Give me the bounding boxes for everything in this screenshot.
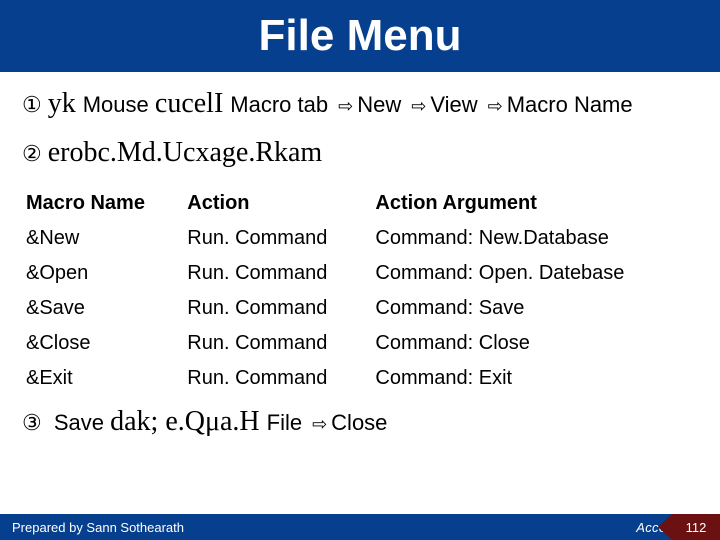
col-action-argument: Action Argument: [371, 186, 698, 221]
step3-save: Save: [48, 410, 110, 435]
step2-text: erobc.Md.Ucxage.Rkam: [48, 137, 322, 168]
footer-author: Prepared by Sann Sothearath: [0, 520, 636, 535]
arrow-icon: ⇨: [312, 414, 327, 434]
bullet-2: ②: [22, 141, 42, 166]
macro-table: Macro Name Action Action Argument &NewRu…: [22, 186, 698, 396]
page-number-text: 112: [686, 520, 707, 535]
table-header: Macro Name Action Action Argument: [22, 186, 698, 221]
arrow-icon: ⇨: [338, 96, 353, 116]
slide: File Menu ①yk Mouse cucelI Macro tab ⇨Ne…: [0, 0, 720, 540]
step-2: ②erobc.Md.Ucxage.Rkam: [22, 131, 698, 176]
bullet-3: ③: [22, 410, 42, 435]
cell: &Save: [22, 291, 183, 326]
arrow-icon: ⇨: [488, 96, 503, 116]
step3-text: dak; e.Qμa.H: [110, 406, 267, 437]
step1-seq0: New: [357, 92, 401, 117]
table-row: &SaveRun. CommandCommand: Save: [22, 291, 698, 326]
step3-close: Close: [331, 410, 387, 435]
cell: Run. Command: [183, 361, 371, 396]
cell: Command: Close: [371, 326, 698, 361]
cell: Run. Command: [183, 326, 371, 361]
arrow-icon: ⇨: [411, 96, 426, 116]
page-number: 112: [672, 514, 720, 540]
page-title: File Menu: [259, 11, 462, 61]
cell: &New: [22, 221, 183, 256]
cell: &Open: [22, 256, 183, 291]
cell: Run. Command: [183, 256, 371, 291]
table-row: &ExitRun. CommandCommand: Exit: [22, 361, 698, 396]
content: ①yk Mouse cucelI Macro tab ⇨New ⇨View ⇨M…: [0, 72, 720, 444]
step1-mouse: Mouse: [83, 92, 155, 117]
col-macro-name: Macro Name: [22, 186, 183, 221]
cell: Command: Exit: [371, 361, 698, 396]
cell: Command: New.Database: [371, 221, 698, 256]
step-1: ①yk Mouse cucelI Macro tab ⇨New ⇨View ⇨M…: [22, 82, 698, 127]
cell: &Close: [22, 326, 183, 361]
cell: Command: Open. Datebase: [371, 256, 698, 291]
step-3: ③ Save dak; e.Qμa.H File ⇨Close: [22, 400, 698, 445]
bullet-1: ①: [22, 92, 42, 117]
step3-file: File: [267, 410, 302, 435]
table-row: &NewRun. CommandCommand: New.Database: [22, 221, 698, 256]
title-bar: File Menu: [0, 0, 720, 72]
cell: Run. Command: [183, 221, 371, 256]
col-action: Action: [183, 186, 371, 221]
table-row: &CloseRun. CommandCommand: Close: [22, 326, 698, 361]
footer: Prepared by Sann Sothearath Access 2003: [0, 514, 720, 540]
step1-text-a: yk: [48, 88, 83, 119]
cell: Command: Save: [371, 291, 698, 326]
step1-seq2: Macro Name: [507, 92, 633, 117]
cell: Run. Command: [183, 291, 371, 326]
step1-text-b: cucelI: [155, 88, 230, 119]
step1-after: Macro tab: [230, 92, 328, 117]
table-row: &OpenRun. CommandCommand: Open. Datebase: [22, 256, 698, 291]
cell: &Exit: [22, 361, 183, 396]
step1-seq1: View: [430, 92, 477, 117]
